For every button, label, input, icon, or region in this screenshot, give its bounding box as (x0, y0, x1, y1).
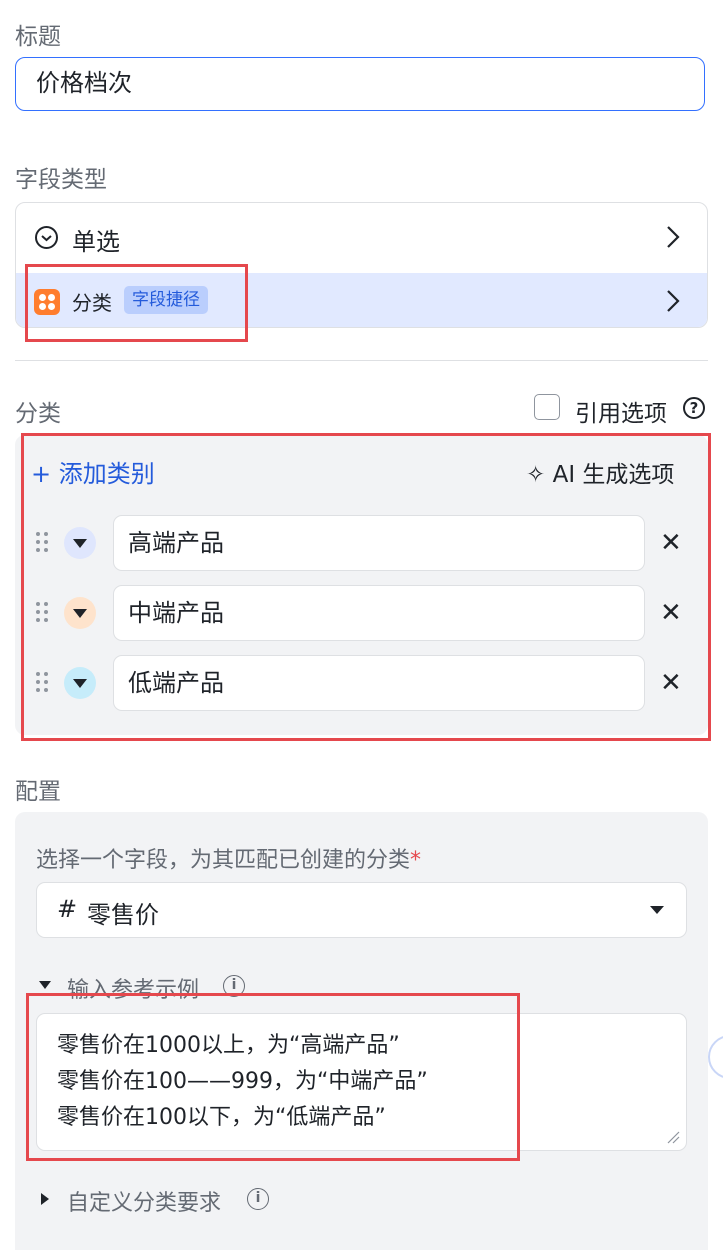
match-field-label: 选择一个字段，为其匹配已创建的分类* (36, 842, 421, 874)
caret-right-icon (41, 1193, 49, 1205)
match-field-label-text: 选择一个字段，为其匹配已创建的分类 (36, 848, 411, 873)
remove-option-icon[interactable]: ✕ (660, 530, 682, 556)
chevron-circle-icon (35, 226, 58, 249)
option-input[interactable]: 高端产品 (113, 515, 645, 571)
examples-label: 输入参考示例 (67, 978, 200, 1003)
option-input[interactable]: 中端产品 (113, 585, 645, 641)
field-select-value: 零售价 (87, 901, 159, 929)
title-label: 标题 (15, 24, 61, 50)
drag-handle-icon[interactable] (36, 602, 50, 624)
category-option-row: 高端产品 ✕ (0, 515, 723, 571)
reference-options-label: 引用选项 (575, 401, 667, 427)
field-type-label: 字段类型 (15, 167, 107, 193)
floating-assistant-button[interactable] (708, 1035, 723, 1079)
ai-generate-button[interactable]: ✧ AI 生成选项 (526, 455, 674, 489)
category-option-row: 中端产品 ✕ (0, 585, 723, 641)
examples-textarea[interactable]: 零售价在1000以上，为“高端产品” 零售价在100——999，为“中端产品” … (36, 1013, 687, 1151)
add-category-button[interactable]: + 添加类别 (31, 454, 155, 489)
info-icon[interactable]: i (247, 1188, 269, 1210)
ai-generate-label: AI 生成选项 (552, 462, 675, 488)
option-color-swatch[interactable] (64, 527, 96, 559)
category-option-row: 低端产品 ✕ (0, 655, 723, 711)
info-icon[interactable]: i (223, 975, 245, 997)
remove-option-icon[interactable]: ✕ (660, 600, 682, 626)
caret-down-icon (39, 981, 51, 989)
chevron-right-icon (666, 289, 680, 318)
custom-requirements-toggle[interactable]: 自定义分类要求 i (36, 1183, 296, 1217)
categories-label: 分类 (15, 401, 61, 427)
field-type-single-select[interactable]: 单选 (16, 203, 707, 273)
category-shortcut-icon (34, 289, 60, 315)
option-color-swatch[interactable] (64, 667, 96, 699)
drag-handle-icon[interactable] (36, 672, 50, 694)
dropdown-caret-icon (650, 906, 664, 914)
field-type-name: 单选 (72, 228, 120, 256)
shortcut-badge: 字段捷径 (124, 286, 208, 314)
number-field-icon: # (57, 895, 78, 923)
resize-handle-icon[interactable] (666, 1130, 680, 1144)
title-input[interactable]: 价格档次 (15, 57, 705, 111)
shortcut-name: 分类 (72, 291, 112, 315)
reference-options-checkbox[interactable] (534, 394, 560, 420)
plus-icon: + (31, 460, 52, 488)
chevron-right-icon (666, 225, 680, 254)
option-input[interactable]: 低端产品 (113, 655, 645, 711)
drag-handle-icon[interactable] (36, 532, 50, 554)
section-divider (15, 360, 708, 361)
config-label: 配置 (15, 779, 61, 805)
add-category-label: 添加类别 (58, 460, 155, 488)
required-mark: * (410, 848, 422, 873)
field-shortcut-category[interactable]: 分类 字段捷径 (16, 273, 707, 327)
field-select[interactable]: # 零售价 (36, 882, 687, 938)
examples-toggle[interactable]: 输入参考示例 i (36, 970, 296, 1003)
sparkle-icon: ✧ (526, 462, 546, 488)
question-icon[interactable]: ? (683, 397, 705, 419)
custom-requirements-label: 自定义分类要求 (67, 1191, 222, 1216)
remove-option-icon[interactable]: ✕ (660, 670, 682, 696)
option-color-swatch[interactable] (64, 597, 96, 629)
field-type-selector: 单选 分类 字段捷径 (15, 202, 708, 328)
